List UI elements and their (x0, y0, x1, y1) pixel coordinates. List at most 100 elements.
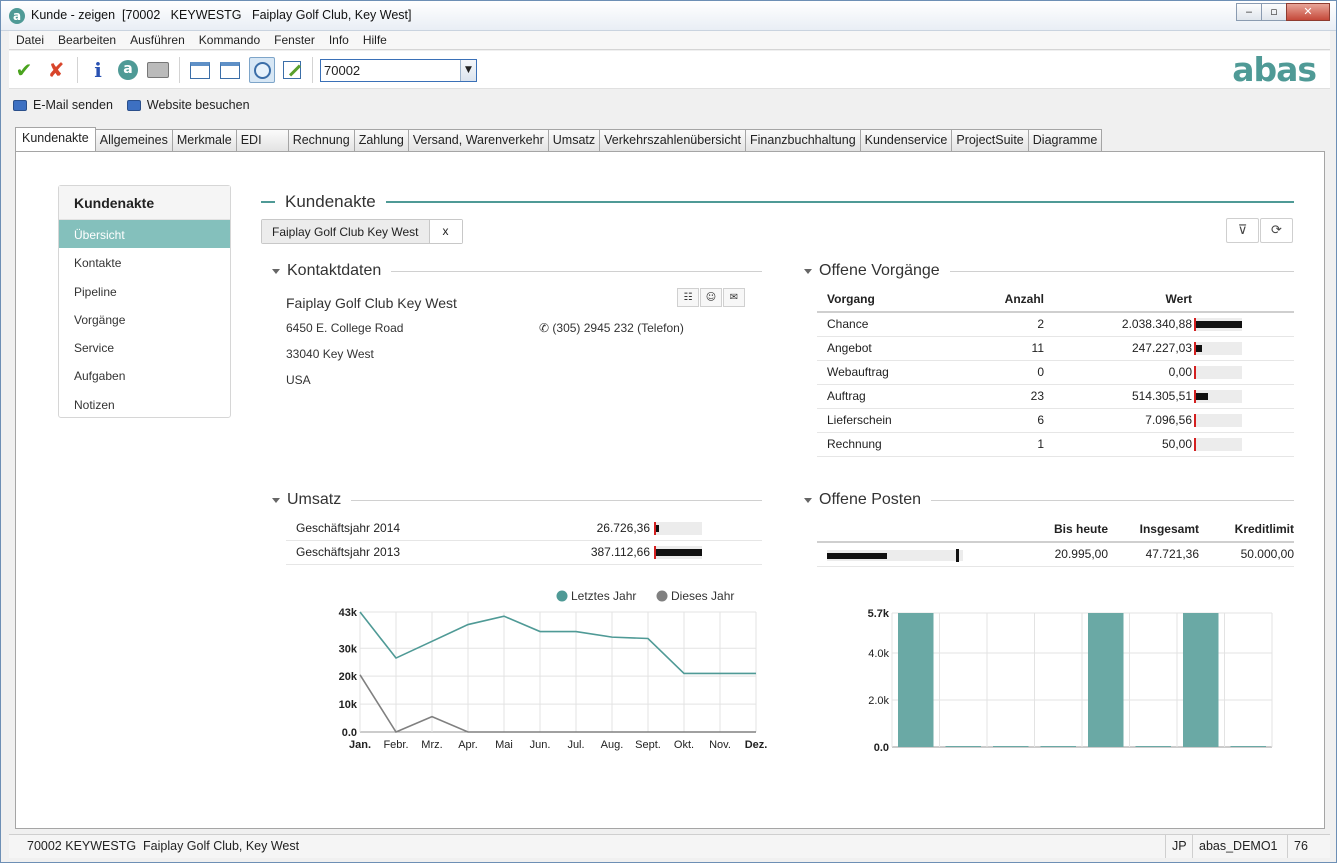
x-tick-label: Mrz. (421, 739, 442, 751)
customer-search-combo[interactable]: 70002 ▼ (320, 59, 477, 82)
table-row[interactable]: Angebot 11 247.227,03 (817, 336, 1294, 361)
info-icon[interactable]: i (85, 57, 111, 83)
visit-website-link[interactable]: Website besuchen (126, 98, 250, 112)
tab-projectsuite[interactable]: ProjectSuite (952, 129, 1029, 152)
umsatz-table: Geschäftsjahr 2014 26.726,36 Geschäftsjahr… (286, 516, 762, 565)
refresh-icon[interactable]: ⟳ (1260, 218, 1293, 243)
bar[interactable] (945, 746, 982, 747)
nav-item-notizen[interactable]: Notizen (59, 390, 230, 418)
page-title: Kundenakte (285, 192, 376, 211)
y-tick-label: 5.7k (868, 608, 890, 620)
menu-kommando[interactable]: Kommando (192, 33, 267, 47)
tab-zahlung[interactable]: Zahlung (354, 129, 409, 152)
title-bar: a Kunde - zeigen [70002 KEYWESTG Faiplay… (1, 1, 1336, 31)
table-row[interactable]: Auftrag 23 514.305,51 (817, 384, 1294, 409)
table-row[interactable]: Webauftrag 0 0,00 (817, 360, 1294, 385)
view-search-icon[interactable] (249, 57, 275, 83)
contact-country: USA (286, 373, 311, 387)
bar[interactable] (1135, 746, 1172, 747)
menu-datei[interactable]: Datei (9, 33, 51, 47)
table-row[interactable]: Rechnung 1 50,00 (817, 432, 1294, 457)
maximize-button[interactable]: ▫ (1261, 3, 1287, 21)
tab-edi[interactable]: EDI (236, 129, 289, 152)
tab-allgemeines[interactable]: Allgemeines (95, 129, 173, 152)
nav-item-vorgaenge[interactable]: Vorgänge (59, 305, 230, 333)
new-window-icon[interactable] (187, 57, 213, 83)
nav-item-kontakte[interactable]: Kontakte (59, 248, 230, 276)
nav-item-pipeline[interactable]: Pipeline (59, 277, 230, 305)
bar[interactable] (1040, 746, 1077, 747)
menu-info[interactable]: Info (322, 33, 356, 47)
table-row[interactable]: Chance 2 2.038.340,88 (817, 312, 1294, 337)
legend-marker (556, 590, 568, 602)
chevron-down-icon[interactable]: ▼ (460, 60, 476, 81)
x-tick-label: >89 (1239, 751, 1258, 752)
tab-kundenakte[interactable]: Kundenakte (15, 127, 96, 152)
collapse-triangle-icon[interactable] (272, 497, 280, 503)
menu-ausfuehren[interactable]: Ausführen (123, 33, 192, 47)
table-row[interactable]: Geschäftsjahr 2014 26.726,36 (286, 516, 762, 541)
x-tick-label: 61-90 (949, 751, 977, 752)
legend-label[interactable]: Letztes Jahr (571, 589, 636, 603)
group-icon[interactable]: ☷ (677, 288, 699, 307)
menu-hilfe[interactable]: Hilfe (356, 33, 394, 47)
bar[interactable] (898, 613, 934, 747)
value-bar (1194, 414, 1242, 428)
tab-finanzbuchhaltung[interactable]: Finanzbuchhaltung (746, 129, 861, 152)
minimize-button[interactable]: ‒ (1236, 3, 1262, 21)
value-bar (654, 546, 702, 560)
nav-item-service[interactable]: Service (59, 333, 230, 361)
abas-icon[interactable]: a (115, 57, 141, 83)
send-email-link[interactable]: E-Mail senden (13, 98, 113, 112)
nav-item-aufgaben[interactable]: Aufgaben (59, 361, 230, 389)
posten-section-header[interactable]: Offene Posten (804, 491, 1294, 509)
x-tick-label: 1-30 (1047, 751, 1069, 752)
cancel-cross-icon[interactable]: ✘ (43, 57, 69, 83)
x-tick-label: Okt. (674, 739, 694, 751)
status-record: 70002 KEYWESTG Faiplay Golf Club, Key We… (27, 839, 300, 853)
bar[interactable] (993, 746, 1029, 747)
open-items-bar-chart-svg: 0.0 2.0k 4.0k 5.7k <90 61-90 31-60 1-30 0-29 30-5… (868, 608, 1273, 763)
clear-filter-icon[interactable]: ⊽ (1226, 218, 1259, 243)
table-row[interactable]: Lieferschein 6 7.096,56 (817, 408, 1294, 433)
bar[interactable] (1088, 613, 1124, 747)
bar[interactable] (1183, 613, 1219, 747)
printer-icon[interactable] (145, 57, 171, 83)
tab-rechnung[interactable]: Rechnung (288, 129, 355, 152)
umsatz-bar-cell (650, 540, 762, 565)
table-row[interactable]: Geschäftsjahr 2013 387.112,66 (286, 540, 762, 565)
collapse-triangle-icon[interactable] (804, 268, 812, 274)
status-client: abas_DEMO1 (1192, 835, 1287, 858)
toolbar: ✔ ✘ i a 70002 ▼ abas (9, 51, 1330, 89)
menu-fenster[interactable]: Fenster (267, 33, 322, 47)
vorgang-value: 50,00 (1044, 432, 1192, 457)
tab-diagramme[interactable]: Diagramme (1028, 129, 1103, 152)
tab-verkehrszahlen[interactable]: Verkehrszahlenübersicht (600, 129, 747, 152)
legend-label[interactable]: Dieses Jahr (671, 589, 734, 603)
status-number: 76 (1287, 835, 1317, 858)
menu-bearbeiten[interactable]: Bearbeiten (51, 33, 123, 47)
windows-icon[interactable] (217, 57, 243, 83)
bar[interactable] (1230, 746, 1267, 747)
combo-value[interactable]: 70002 (324, 63, 360, 78)
tab-merkmale[interactable]: Merkmale (172, 129, 237, 152)
collapse-triangle-icon[interactable] (804, 497, 812, 503)
mail-icon[interactable]: ✉ (723, 288, 745, 307)
collapse-triangle-icon[interactable] (272, 268, 280, 274)
contact-person-icon[interactable]: ☺ (700, 288, 722, 307)
contact-city: 33040 Key West (286, 347, 374, 361)
tab-umsatz[interactable]: Umsatz (548, 129, 601, 152)
y-tick-label: 43k (339, 607, 358, 619)
umsatz-section-header[interactable]: Umsatz (272, 491, 762, 509)
kontakt-section-header[interactable]: Kontaktdaten (272, 262, 762, 280)
edit-icon[interactable] (279, 57, 305, 83)
tab-content: Kundenakte Übersicht Kontakte Pipeline V… (15, 151, 1325, 829)
confirm-check-icon[interactable]: ✔ (11, 57, 37, 83)
nav-item-uebersicht[interactable]: Übersicht (59, 220, 230, 249)
filter-chip-close[interactable]: x (429, 220, 462, 243)
tab-kundenservice[interactable]: Kundenservice (860, 129, 953, 152)
tab-versand[interactable]: Versand, Warenverkehr (408, 129, 549, 152)
close-button[interactable]: ✕ (1286, 3, 1330, 21)
contact-street: 6450 E. College Road (286, 321, 404, 335)
vorgaenge-section-header[interactable]: Offene Vorgänge (804, 262, 1294, 280)
